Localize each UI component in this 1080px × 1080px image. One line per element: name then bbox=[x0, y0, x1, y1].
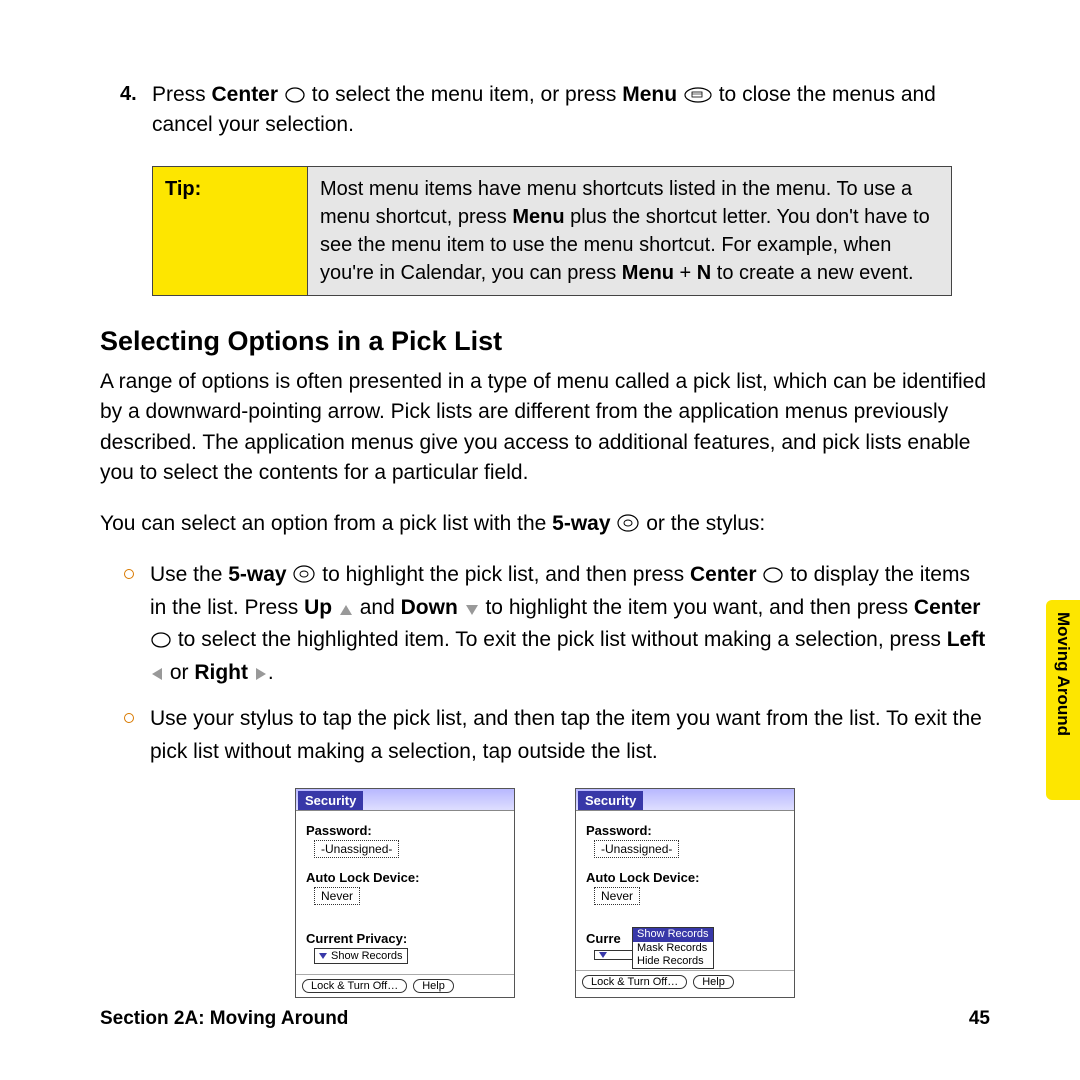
screen-title: Security bbox=[298, 791, 363, 810]
bullet-1: Use the 5-way to highlight the pick list… bbox=[130, 559, 990, 689]
help-button[interactable]: Help bbox=[413, 979, 454, 993]
popup-item-mask[interactable]: Mask Records bbox=[633, 942, 713, 955]
right-arrow-icon bbox=[254, 661, 268, 684]
password-label: Password: bbox=[306, 823, 504, 838]
password-label: Password: bbox=[586, 823, 784, 838]
paragraph-2: You can select an option from a pick lis… bbox=[100, 509, 990, 539]
side-tab-label: Moving Around bbox=[1046, 600, 1080, 748]
autolock-label: Auto Lock Device: bbox=[586, 870, 784, 885]
step-4: 4. Press Center to select the menu item,… bbox=[100, 80, 990, 141]
chevron-down-icon bbox=[319, 953, 327, 959]
bullet-2: Use your stylus to tap the pick list, an… bbox=[130, 703, 990, 768]
privacy-picklist[interactable]: Show Records bbox=[314, 948, 408, 964]
section-heading: Selecting Options in a Pick List bbox=[100, 326, 990, 357]
password-field[interactable]: -Unassigned- bbox=[594, 840, 679, 858]
screenshot-security-closed: Security Password: -Unassigned- Auto Loc… bbox=[295, 788, 515, 998]
center-button-icon bbox=[762, 563, 784, 586]
popup-item-show[interactable]: Show Records bbox=[633, 928, 713, 941]
privacy-popup[interactable]: Show Records Mask Records Hide Records bbox=[632, 927, 714, 969]
tip-box: Tip: Most menu items have menu shortcuts… bbox=[152, 166, 952, 296]
side-tab: Moving Around bbox=[1046, 600, 1080, 800]
paragraph-1: A range of options is often presented in… bbox=[100, 367, 990, 489]
password-field[interactable]: -Unassigned- bbox=[314, 840, 399, 858]
screenshot-row: Security Password: -Unassigned- Auto Loc… bbox=[100, 788, 990, 998]
autolock-label: Auto Lock Device: bbox=[306, 870, 504, 885]
footer-section: Section 2A: Moving Around bbox=[100, 1008, 348, 1030]
privacy-label: Current Privacy: bbox=[306, 931, 504, 946]
step4-text: Press Center to select the menu item, or… bbox=[152, 83, 936, 136]
lock-turnoff-button[interactable]: Lock & Turn Off… bbox=[582, 975, 687, 989]
screenshot-security-open: Security Password: -Unassigned- Auto Loc… bbox=[575, 788, 795, 998]
chevron-down-icon bbox=[599, 952, 607, 958]
lock-turnoff-button[interactable]: Lock & Turn Off… bbox=[302, 979, 407, 993]
footer-page-number: 45 bbox=[969, 1008, 990, 1030]
autolock-field[interactable]: Never bbox=[314, 887, 360, 905]
help-button[interactable]: Help bbox=[693, 975, 734, 989]
five-way-icon bbox=[616, 512, 640, 535]
five-way-icon bbox=[292, 563, 316, 586]
menu-button-icon bbox=[683, 83, 713, 106]
screen-title: Security bbox=[578, 791, 643, 810]
up-arrow-icon bbox=[338, 596, 354, 619]
left-arrow-icon bbox=[150, 661, 164, 684]
bullet-list: Use the 5-way to highlight the pick list… bbox=[100, 559, 990, 768]
popup-item-hide[interactable]: Hide Records bbox=[633, 955, 713, 968]
autolock-field[interactable]: Never bbox=[594, 887, 640, 905]
tip-body: Most menu items have menu shortcuts list… bbox=[308, 166, 952, 295]
step-number: 4. bbox=[120, 80, 137, 109]
tip-label: Tip: bbox=[153, 166, 308, 295]
center-button-icon bbox=[284, 83, 306, 106]
center-button-icon bbox=[150, 628, 172, 651]
page-footer: Section 2A: Moving Around 45 bbox=[100, 1008, 990, 1030]
down-arrow-icon bbox=[464, 596, 480, 619]
